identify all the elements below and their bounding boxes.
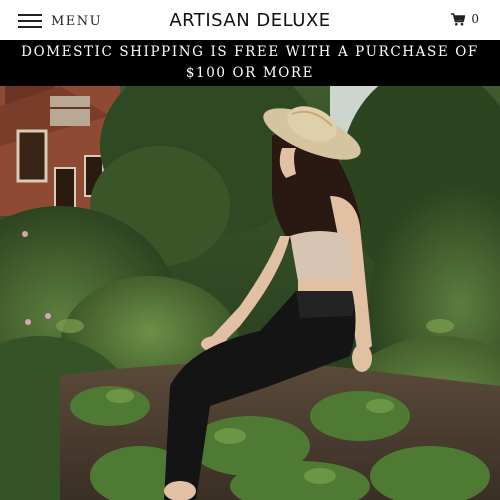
menu-label: MENU (51, 13, 103, 29)
shopping-cart-icon (451, 12, 466, 25)
cart-count: 0 (471, 12, 479, 26)
announcement-line-2: $100 OR MORE (185, 65, 315, 81)
site-header: MENU ARTISAN DELUXE 0 (0, 0, 500, 40)
cart-button[interactable]: 0 (451, 12, 479, 26)
hamburger-menu-icon (18, 14, 42, 28)
hero-photo-woman-in-garden (0, 86, 500, 500)
menu-button[interactable]: MENU (18, 12, 102, 30)
site-logo[interactable]: ARTISAN DELUXE (169, 10, 330, 31)
announcement-line-1: DOMESTIC SHIPPING IS FREE WITH A PURCHAS… (21, 44, 479, 60)
announcement-bar: DOMESTIC SHIPPING IS FREE WITH A PURCHAS… (0, 40, 500, 86)
hero-image (0, 86, 500, 500)
